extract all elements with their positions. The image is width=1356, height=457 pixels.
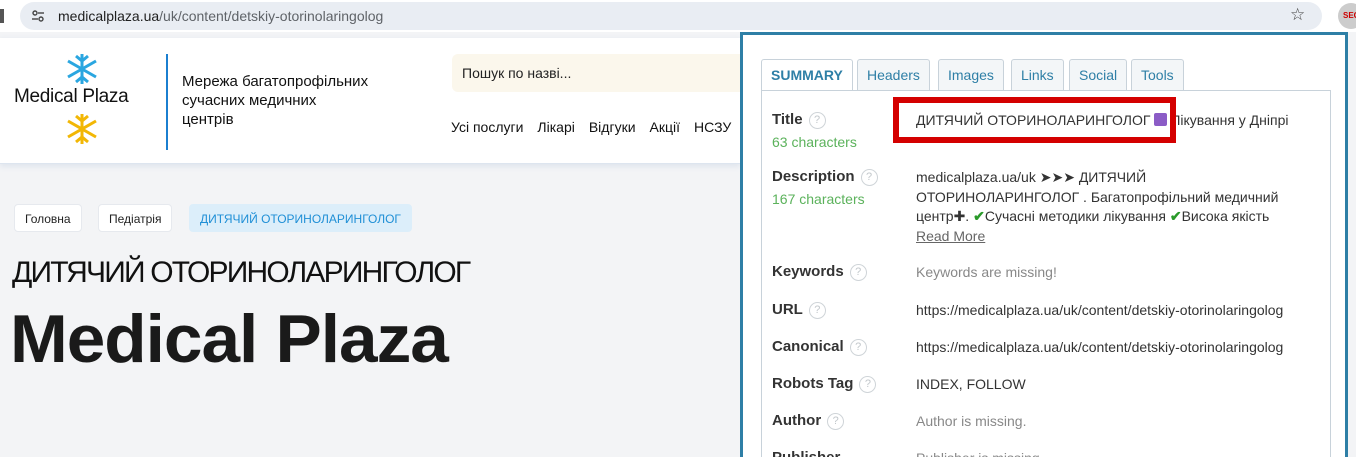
menu-item-nszu[interactable]: НСЗУ: [694, 119, 731, 135]
description-char-count: 167 characters: [772, 191, 865, 207]
menu-item-reviews[interactable]: Відгуки: [589, 119, 636, 135]
help-icon[interactable]: ?: [849, 338, 867, 356]
main-menu: Усі послуги Лікарі Відгуки Акції НСЗУ: [451, 119, 745, 135]
title-label: Title: [772, 111, 803, 128]
reload-icon[interactable]: [0, 9, 4, 23]
title-value-part: Лікування у Дніпрі: [1171, 112, 1289, 128]
seo-extension-icon[interactable]: SEO: [1338, 3, 1356, 29]
site-header: Medical Plaza Мережа багатопрофільних су…: [0, 38, 752, 164]
help-icon[interactable]: ?: [808, 301, 826, 319]
tagline-line: Мережа багатопрофільних: [182, 73, 369, 90]
help-icon[interactable]: ?: [849, 263, 867, 281]
description-value: medicalplaza.ua/uk ➤➤➤ ДИТЯЧИЙ ОТОРИНОЛА…: [916, 168, 1326, 246]
search-placeholder: Пошук по назві...: [462, 65, 572, 81]
url-text[interactable]: medicalplaza.ua/uk/content/detskiy-otori…: [58, 8, 383, 24]
tagline-line: центрів: [182, 111, 234, 128]
description-line-part: Висока якість: [1181, 208, 1270, 224]
site-search-input[interactable]: Пошук по назві...: [452, 54, 752, 92]
robots-row-label: Robots Tag?: [772, 375, 877, 393]
author-value: Author is missing.: [916, 413, 1027, 429]
canonical-row-label: Canonical?: [772, 338, 867, 356]
description-line: medicalplaza.ua/uk ➤➤➤ ДИТЯЧИЙ: [916, 169, 1147, 185]
publisher-row-label: Publisher: [772, 449, 840, 457]
keywords-row-label: Keywords?: [772, 263, 867, 281]
checkmark-icon: ✔: [1169, 208, 1182, 224]
breadcrumb-home[interactable]: Головна: [14, 204, 82, 232]
robots-value: INDEX, FOLLOW: [916, 376, 1026, 392]
site-logo[interactable]: Medical Plaza: [14, 52, 154, 148]
url-path: /uk/content/detskiy-otorinolaringolog: [159, 8, 384, 24]
tab-social[interactable]: Social: [1069, 59, 1128, 90]
author-row-label: Author?: [772, 412, 845, 430]
bookmark-star-icon[interactable]: ☆: [1290, 5, 1305, 25]
tab-links[interactable]: Links: [1011, 59, 1064, 90]
menu-item-promotions[interactable]: Акції: [650, 119, 680, 135]
keywords-value: Keywords are missing!: [916, 264, 1057, 280]
publisher-label: Publisher: [772, 449, 840, 457]
canonical-label: Canonical: [772, 338, 844, 355]
read-more-link[interactable]: Read More: [916, 227, 1326, 247]
description-line: ОТОРИНОЛАРИНГОЛОГ . Багатопрофільний мед…: [916, 188, 1279, 205]
seo-extension-label: SEO: [1343, 11, 1356, 20]
tab-tools[interactable]: Tools: [1131, 59, 1184, 90]
description-label: Description: [772, 168, 855, 185]
help-icon[interactable]: ?: [860, 168, 878, 186]
logo-text: Medical Plaza: [14, 86, 129, 107]
url-value[interactable]: https://medicalplaza.ua/uk/content/detsk…: [916, 301, 1326, 321]
snowflake-blue-icon: [67, 54, 97, 84]
snowflake-yellow-icon: [67, 114, 97, 144]
title-char-count: 63 characters: [772, 134, 857, 150]
brand-heading: Medical Plaza: [10, 301, 449, 377]
keywords-label: Keywords: [772, 263, 844, 280]
tab-headers[interactable]: Headers: [857, 59, 930, 90]
logo-divider: [166, 54, 168, 150]
tab-images[interactable]: Images: [938, 59, 1004, 90]
url-label: URL: [772, 301, 803, 318]
seo-extension-panel: SUMMARY Headers Images Links Social Tool…: [740, 32, 1348, 457]
publisher-value: Publisher is missing.: [916, 449, 1326, 457]
description-line: центр✚. ✔Сучасні методики лікування ✔Вис…: [916, 207, 1326, 227]
summary-content: Title? 63 characters ДИТЯЧИЙ ОТОРИНОЛАРИ…: [761, 90, 1331, 457]
checkmark-icon: ✔: [973, 208, 985, 224]
help-icon[interactable]: ?: [827, 412, 845, 430]
description-row-label: Description?: [772, 168, 878, 186]
url-host: medicalplaza.ua: [58, 8, 160, 24]
help-icon[interactable]: ?: [808, 111, 826, 129]
site-tagline: Мережа багатопрофільних сучасних медични…: [182, 72, 412, 129]
author-label: Author: [772, 412, 822, 429]
canonical-value[interactable]: https://medicalplaza.ua/uk/content/detsk…: [916, 338, 1326, 358]
browser-toolbar: medicalplaza.ua/uk/content/detskiy-otori…: [0, 0, 1356, 32]
help-icon[interactable]: ?: [859, 375, 877, 393]
description-line-part: центр✚.: [916, 208, 970, 224]
title-row-label: Title?: [772, 111, 826, 129]
breadcrumb-current: ДИТЯЧИЙ ОТОРИНОЛАРИНГОЛОГ: [189, 204, 412, 232]
tagline-line: сучасних медичних: [182, 92, 317, 109]
red-highlight-box: [893, 97, 1176, 143]
address-bar[interactable]: medicalplaza.ua/uk/content/detskiy-otori…: [20, 2, 1322, 30]
page-title: ДИТЯЧИЙ ОТОРИНОЛАРИНГОЛОГ: [12, 256, 471, 289]
description-line-part: Сучасні методики лікування: [984, 208, 1166, 224]
menu-item-services[interactable]: Усі послуги: [451, 119, 523, 135]
robots-label: Robots Tag: [772, 375, 854, 392]
url-row-label: URL?: [772, 301, 826, 319]
tab-summary[interactable]: SUMMARY: [761, 59, 853, 92]
menu-item-doctors[interactable]: Лікарі: [537, 119, 574, 135]
site-settings-icon[interactable]: [30, 8, 46, 24]
breadcrumb-pediatrics[interactable]: Педіатрія: [98, 204, 173, 232]
